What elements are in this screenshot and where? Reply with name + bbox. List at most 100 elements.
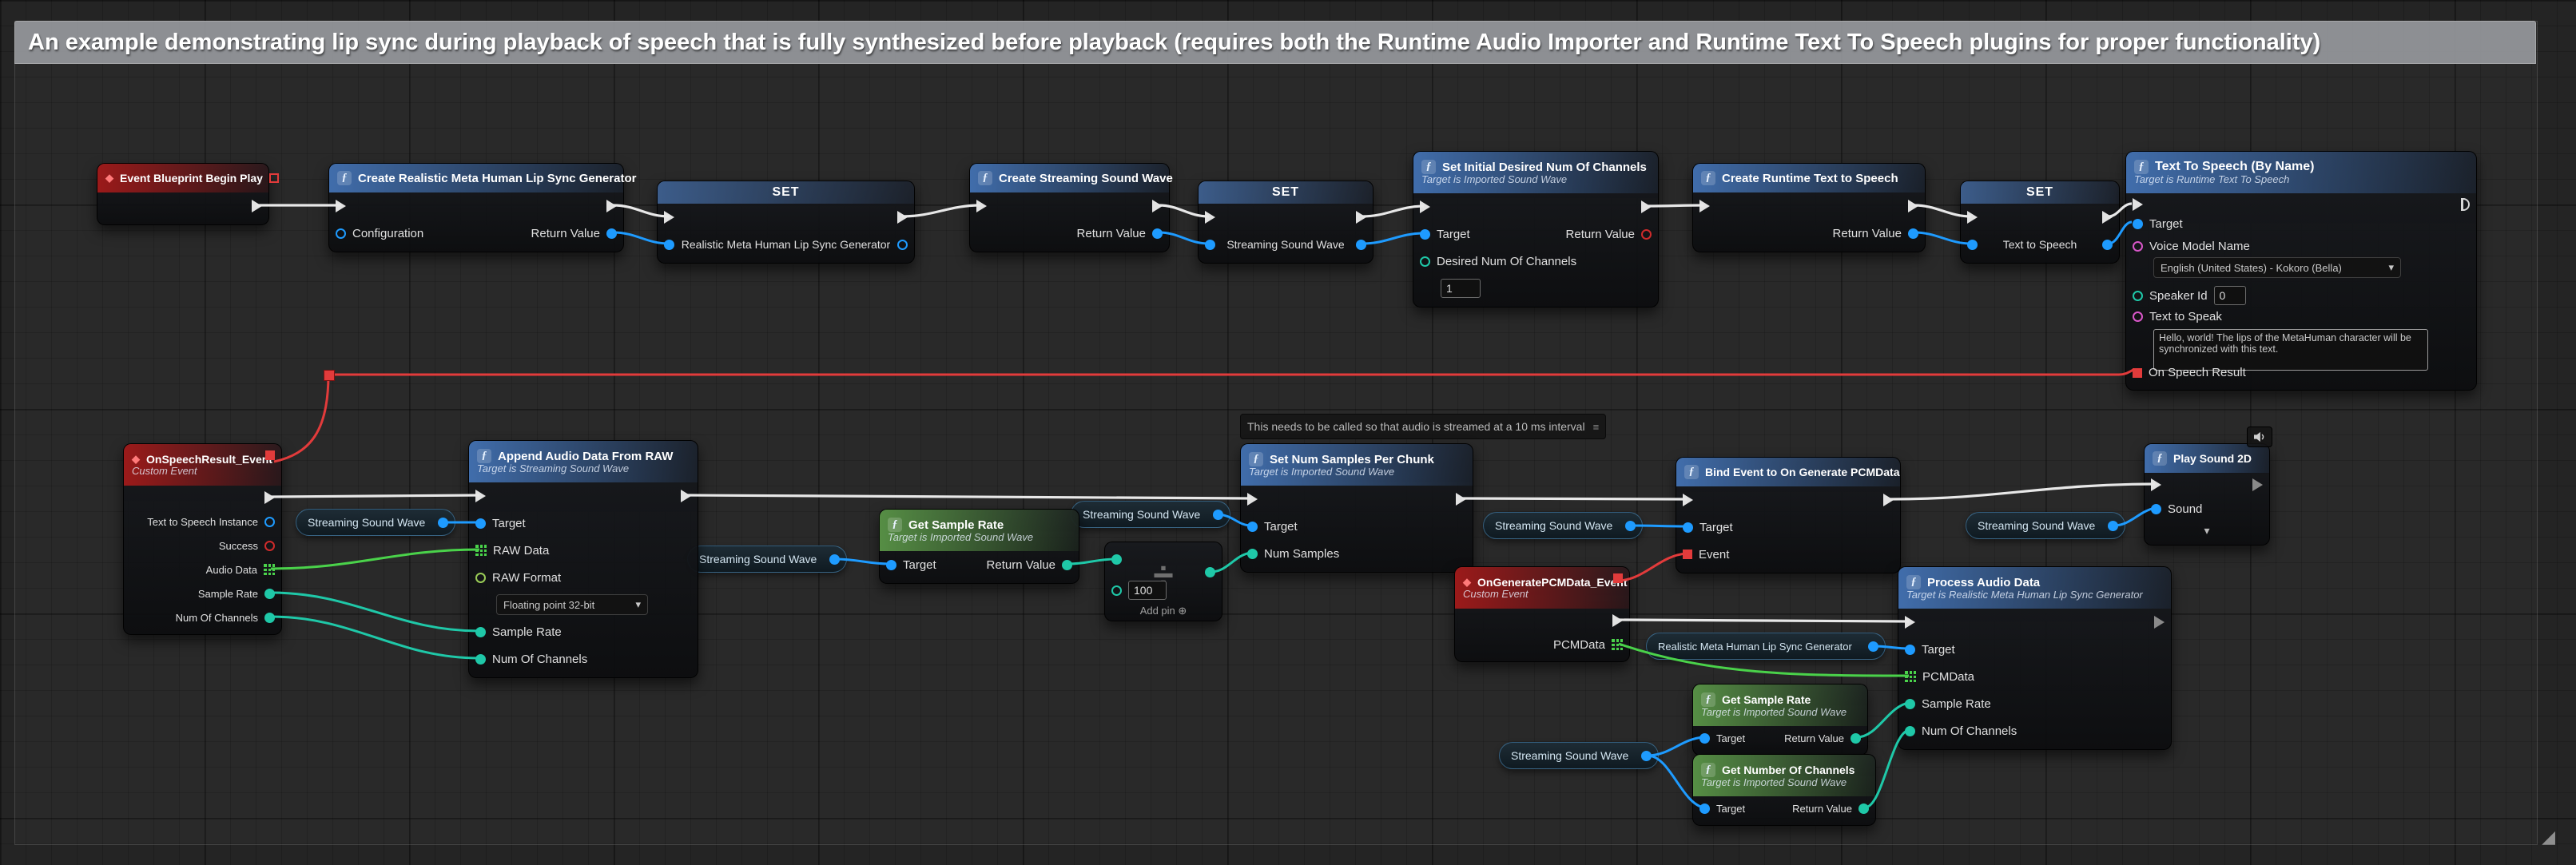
exec-out-pin[interactable]	[1612, 614, 1623, 627]
node-get-sample-rate[interactable]: ƒGet Sample Rate Target is Imported Soun…	[1692, 684, 1868, 756]
value-out-pin[interactable]	[2108, 521, 2118, 531]
divisor-pin[interactable]	[1111, 585, 1122, 596]
target-pin[interactable]	[1699, 733, 1710, 744]
var-get-lipsync-generator[interactable]: Realistic Meta Human Lip Sync Generator	[1646, 633, 1886, 660]
value-out-pin[interactable]	[1868, 641, 1878, 652]
raw-format-dropdown[interactable]: Floating point 32-bit▾	[496, 594, 648, 615]
target-pin[interactable]	[1683, 522, 1693, 533]
exec-in-pin[interactable]	[1967, 211, 1978, 224]
text-to-speak-input[interactable]: Hello, world! The lips of the MetaHuman …	[2153, 329, 2428, 371]
exec-in-pin[interactable]	[664, 211, 674, 224]
exec-out-pin[interactable]	[681, 490, 691, 502]
exec-out-pin[interactable]	[1641, 200, 1652, 213]
var-get-streaming-sound-wave[interactable]: Streaming Sound Wave	[296, 509, 455, 536]
result-pin[interactable]	[1205, 567, 1215, 577]
exec-in-pin[interactable]	[475, 490, 486, 502]
exec-in-pin[interactable]	[2133, 198, 2143, 211]
voice-model-dropdown[interactable]: English (United States) - Kokoro (Bella)…	[2153, 257, 2401, 278]
blueprint-canvas[interactable]: An example demonstrating lip sync during…	[0, 0, 2576, 865]
expand-node-button[interactable]: ▾	[2145, 521, 2269, 540]
desired-num-channels-pin[interactable]	[1420, 256, 1430, 267]
target-pin[interactable]	[886, 560, 896, 570]
voice-model-name-pin[interactable]	[2133, 241, 2143, 252]
configuration-pin[interactable]	[336, 228, 346, 239]
exec-out-pin[interactable]	[2252, 478, 2263, 491]
exec-in-pin[interactable]	[1699, 200, 1710, 212]
text-to-speak-pin[interactable]	[2133, 311, 2143, 322]
return-value-pin[interactable]	[1858, 803, 1869, 814]
target-pin[interactable]	[1420, 229, 1430, 240]
num-channels-pin[interactable]	[264, 613, 275, 623]
raw-format-pin[interactable]	[475, 573, 486, 583]
var-get-streaming-sound-wave[interactable]: Streaming Sound Wave	[1483, 512, 1643, 539]
return-value-pin[interactable]	[606, 228, 617, 239]
reroute-node[interactable]	[324, 370, 335, 381]
speaker-id-input[interactable]	[2214, 286, 2246, 305]
exec-in-pin[interactable]	[1683, 494, 1693, 506]
dividend-pin[interactable]	[1111, 554, 1122, 565]
latent-exec-out-pin[interactable]	[2461, 198, 2470, 211]
value-in-pin[interactable]	[664, 240, 674, 250]
node-create-lipsync-generator[interactable]: ƒ Create Realistic Meta Human Lip Sync G…	[328, 163, 624, 252]
delegate-pin[interactable]	[265, 450, 275, 460]
comment-node-title[interactable]: An example demonstrating lip sync during…	[14, 21, 2536, 64]
node-append-audio-data-from-raw[interactable]: ƒAppend Audio Data From RAW Target is St…	[468, 440, 698, 678]
speaker-id-pin[interactable]	[2133, 291, 2143, 301]
return-value-pin[interactable]	[1641, 229, 1652, 240]
node-set-num-samples-per-chunk[interactable]: ƒSet Num Samples Per Chunk Target is Imp…	[1240, 443, 1473, 573]
exec-out-pin[interactable]	[606, 200, 617, 212]
value-out-pin[interactable]	[897, 240, 908, 250]
target-pin[interactable]	[1699, 803, 1710, 814]
sound-pin[interactable]	[2151, 504, 2161, 514]
exec-out-pin[interactable]	[897, 211, 908, 224]
num-channels-pin[interactable]	[1905, 726, 1915, 736]
target-pin[interactable]	[1905, 645, 1915, 655]
node-set-initial-desired-num-channels[interactable]: ƒSet Initial Desired Num Of Channels Tar…	[1413, 151, 1659, 308]
pcm-data-pin[interactable]	[1612, 639, 1623, 650]
exec-out-pin[interactable]	[1456, 493, 1466, 506]
var-get-streaming-sound-wave[interactable]: Streaming Sound Wave	[1499, 742, 1659, 769]
target-pin[interactable]	[475, 518, 486, 529]
node-bind-event-on-generate-pcmdata[interactable]: ƒ Bind Event to On Generate PCMData Targ…	[1676, 457, 1901, 573]
node-create-runtime-tts[interactable]: ƒ Create Runtime Text to Speech Return V…	[1692, 163, 1926, 252]
success-pin[interactable]	[264, 541, 275, 551]
exec-in-pin[interactable]	[1420, 200, 1430, 213]
node-on-generate-pcmdata-event[interactable]: ◆OnGeneratePCMData_Event Custom Event PC…	[1454, 566, 1630, 662]
node-get-number-of-channels[interactable]: ƒGet Number Of Channels Target is Import…	[1692, 754, 1876, 826]
exec-out-pin[interactable]	[252, 200, 262, 212]
delegate-pin[interactable]	[1613, 573, 1623, 583]
var-get-streaming-sound-wave[interactable]: Streaming Sound Wave	[1966, 512, 2125, 539]
exec-in-pin[interactable]	[2151, 478, 2161, 491]
value-out-pin[interactable]	[829, 554, 840, 565]
event-pin[interactable]	[1683, 550, 1692, 559]
num-channels-pin[interactable]	[475, 654, 486, 665]
exec-in-pin[interactable]	[1905, 616, 1915, 629]
node-get-sample-rate[interactable]: ƒGet Sample Rate Target is Imported Soun…	[879, 509, 1079, 584]
var-get-streaming-sound-wave[interactable]: Streaming Sound Wave	[1071, 501, 1230, 528]
node-on-speech-result-event[interactable]: ◆OnSpeechResult_Event Custom Event Text …	[123, 443, 282, 635]
return-value-pin[interactable]	[1851, 733, 1861, 744]
node-event-begin-play[interactable]: ◆ Event Blueprint Begin Play	[97, 163, 269, 225]
comment-resize-handle[interactable]: ◢	[2542, 827, 2555, 847]
sample-rate-pin[interactable]	[1905, 699, 1915, 709]
exec-out-pin[interactable]	[2154, 616, 2165, 629]
tts-instance-pin[interactable]	[264, 517, 275, 527]
node-create-streaming-sound-wave[interactable]: ƒ Create Streaming Sound Wave Return Val…	[969, 163, 1170, 252]
var-get-streaming-sound-wave[interactable]: Streaming Sound Wave	[687, 546, 847, 573]
return-value-pin[interactable]	[1062, 560, 1072, 570]
value-out-pin[interactable]	[1356, 240, 1366, 250]
exec-out-pin[interactable]	[2102, 211, 2113, 224]
target-pin[interactable]	[1247, 522, 1258, 532]
exec-in-pin[interactable]	[336, 200, 346, 212]
audio-data-pin[interactable]	[264, 564, 275, 575]
exec-in-pin[interactable]	[976, 200, 987, 212]
delegate-pin[interactable]	[269, 173, 279, 183]
exec-out-pin[interactable]	[1356, 211, 1366, 224]
value-out-pin[interactable]	[438, 518, 448, 528]
value-in-pin[interactable]	[1205, 240, 1215, 250]
exec-out-pin[interactable]	[1152, 200, 1163, 212]
value-out-pin[interactable]	[2102, 240, 2113, 250]
exec-out-pin[interactable]	[1908, 200, 1918, 212]
value-out-pin[interactable]	[1641, 751, 1652, 761]
return-value-pin[interactable]	[1152, 228, 1163, 239]
